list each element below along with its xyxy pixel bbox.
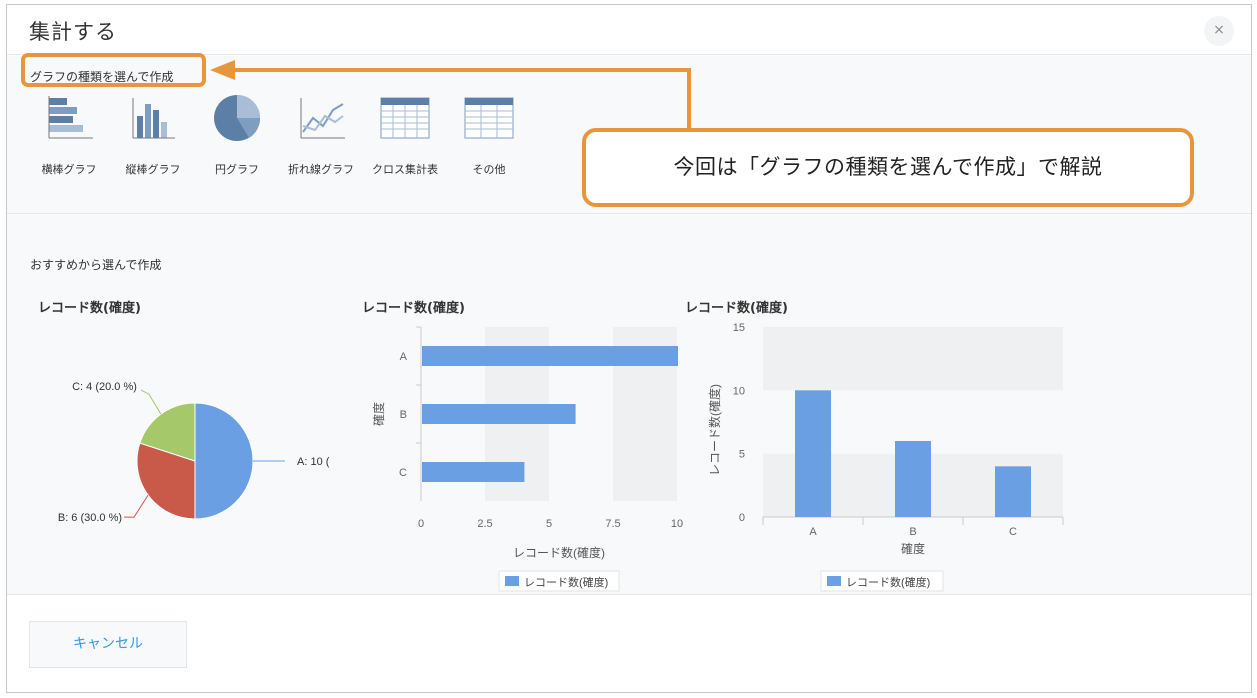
chart-type-label: クロス集計表 — [372, 163, 438, 176]
legend-swatch — [827, 576, 841, 586]
x-axis-title: 確度 — [901, 541, 925, 556]
chart-type-cross-table[interactable]: クロス集計表 — [363, 92, 447, 176]
aggregate-dialog: 集計する × グラフの種類を選んで作成 横棒グラフ 縦棒グラフ 円グラフ 折れ線… — [6, 4, 1252, 693]
vbar-chart-title: レコード数(確度) — [685, 301, 788, 316]
x-tick-label: 5 — [546, 518, 552, 530]
vertical-bar-icon — [132, 98, 175, 139]
cancel-button[interactable]: キャンセル — [29, 621, 187, 668]
y-tick-label: 0 — [739, 512, 745, 524]
x-tick-label: 2.5 — [477, 518, 492, 530]
x-tick-label: C — [1009, 526, 1017, 538]
chart-type-vertical-bar[interactable]: 縦棒グラフ — [111, 92, 195, 176]
y-axis-title: レコード数(確度) — [707, 384, 722, 476]
pie-data-label: C: 4 (20.0 %) — [72, 381, 137, 393]
chart-type-line[interactable]: 折れ線グラフ — [279, 92, 363, 176]
pie-icon — [214, 95, 261, 141]
vbar-bar — [895, 441, 931, 517]
recommend-heading: おすすめから選んで作成 — [30, 258, 162, 272]
x-axis-title: レコード数(確度) — [513, 545, 605, 560]
chart-type-other[interactable]: その他 — [447, 92, 531, 176]
chart-type-label: 横棒グラフ — [41, 163, 97, 176]
dialog-footer: キャンセル — [7, 596, 1251, 692]
legend-swatch — [505, 576, 519, 586]
y-tick-label: 10 — [733, 385, 745, 397]
vbar-bar — [995, 466, 1031, 517]
cross-table-icon — [380, 97, 430, 139]
chart-type-horizontal-bar[interactable]: 横棒グラフ — [27, 92, 111, 176]
y-tick-label: A — [400, 351, 408, 363]
x-tick-label: A — [809, 526, 817, 538]
chart-type-pie[interactable]: 円グラフ — [195, 92, 279, 176]
dialog-header: 集計する × — [7, 5, 1251, 55]
pie-data-label: A: 10 ( — [297, 456, 330, 468]
chart-type-label: その他 — [472, 163, 506, 176]
x-tick-label: 10 — [671, 518, 683, 530]
x-tick-label: 7.5 — [605, 518, 620, 530]
legend-label: レコード数(確度) — [524, 575, 608, 589]
legend-label: レコード数(確度) — [846, 575, 930, 589]
y-tick-label: 5 — [739, 449, 745, 461]
chart-type-label: 円グラフ — [215, 163, 259, 176]
y-tick-label: B — [400, 409, 407, 421]
hbar-bar — [422, 404, 576, 424]
pie-leader-line — [140, 389, 162, 415]
vbar-bar — [795, 390, 831, 517]
horizontal-bar-chart[interactable]: A B C 0 2.5 5 7.5 10 レコード数(確度) 確度レコード数(確度) — [355, 315, 685, 595]
x-tick-label: 0 — [418, 518, 424, 530]
pie-data-label: B: 6 (30.0 %) — [58, 512, 122, 524]
y-tick-label: 15 — [733, 322, 745, 334]
vertical-bar-chart[interactable]: 051015A B C確度レコード数(確度)レコード数(確度) — [697, 315, 1067, 595]
recommend-section: おすすめから選んで作成 レコード数(確度) レコード数(確度) レコード数(確度… — [7, 215, 1251, 595]
line-icon — [300, 98, 345, 139]
chart-type-label: 縦棒グラフ — [125, 163, 181, 176]
hbar-chart-title: レコード数(確度) — [362, 301, 465, 316]
table-icon — [464, 97, 514, 139]
hbar-bar — [422, 346, 678, 366]
grid-band — [763, 327, 1063, 391]
y-axis-title: 確度 — [371, 402, 386, 426]
dialog-title: 集計する — [29, 20, 117, 44]
pie-leader-line — [124, 494, 149, 518]
chart-type-label: 折れ線グラフ — [288, 163, 354, 176]
y-tick-label: C — [399, 467, 407, 479]
pie-chart[interactable]: A: 10 ( B: 6 (30.0 %) C: 4 (20.0 %) — [37, 355, 367, 535]
close-button[interactable]: × — [1204, 16, 1234, 46]
pie-chart-title: レコード数(確度) — [38, 301, 141, 316]
heading-highlight — [21, 53, 206, 87]
hbar-bar — [422, 462, 525, 482]
x-tick-label: B — [909, 526, 916, 538]
horizontal-bar-icon — [48, 96, 93, 139]
callout-box: 今回は「グラフの種類を選んで作成」で解説 — [582, 128, 1194, 207]
pie-slice — [194, 402, 254, 520]
